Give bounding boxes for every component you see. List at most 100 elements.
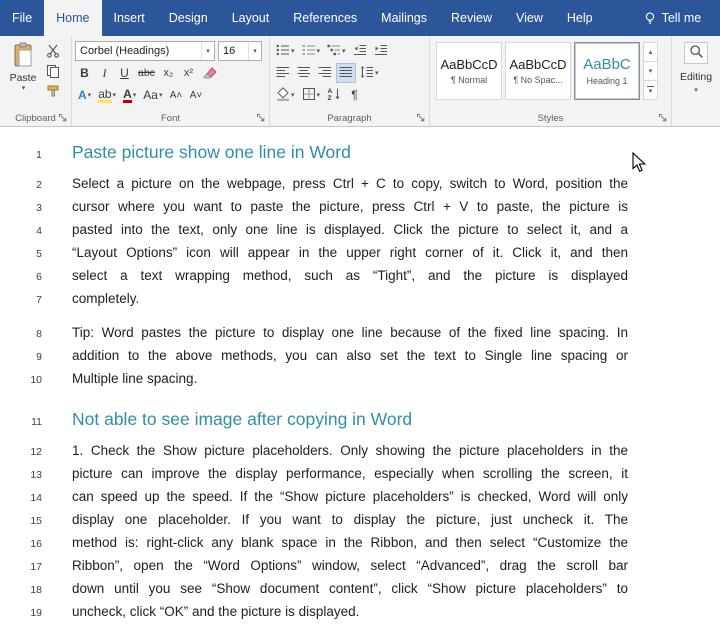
borders-button[interactable]: ▾ xyxy=(299,85,324,105)
styles-scroll-down-button[interactable]: ▾ xyxy=(643,62,658,81)
chevron-down-icon: ▾ xyxy=(291,91,295,99)
styles-gallery: AaBbCcD ¶ Normal AaBbCcD ¶ No Spac... Aa… xyxy=(433,40,668,100)
bold-button[interactable]: B xyxy=(75,63,94,83)
align-center-button[interactable] xyxy=(294,63,314,83)
grow-font-button[interactable]: A˄ xyxy=(166,85,185,105)
editing-label[interactable]: Editing xyxy=(680,71,712,83)
tab-tell-me[interactable]: Tell me xyxy=(631,0,714,36)
font-name-combo[interactable]: Corbel (Headings) ▾ xyxy=(75,41,215,61)
sort-button[interactable]: AZ xyxy=(324,85,344,105)
chevron-down-icon: ▾ xyxy=(21,85,26,92)
chevron-down-icon: ▾ xyxy=(375,69,379,77)
ribbon-tab[interactable]: Mailings xyxy=(369,0,439,36)
justify-button[interactable] xyxy=(336,63,356,83)
line-text[interactable]: “Layout Options” icon will appear in the… xyxy=(72,242,628,264)
style-preview: AaBbC xyxy=(583,55,631,73)
chevron-down-icon[interactable]: ▾ xyxy=(694,86,698,94)
line-text[interactable]: Ribbon”, open the “Word Options” window,… xyxy=(72,555,628,577)
shading-button[interactable]: ▾ xyxy=(273,85,298,105)
ribbon-tab[interactable]: Home xyxy=(44,0,102,36)
ribbon-tab[interactable]: Insert xyxy=(102,0,157,36)
chevron-down-icon[interactable]: ▾ xyxy=(248,42,261,60)
font-dialog-launcher[interactable] xyxy=(255,112,267,124)
multilevel-list-button[interactable]: ▾ xyxy=(324,41,349,61)
numbered-list-button[interactable]: ▾ xyxy=(299,41,324,61)
style-item[interactable]: AaBbCcD ¶ Normal xyxy=(436,42,502,100)
font-color-button[interactable]: A ▾ xyxy=(120,85,139,105)
line-number: 12 xyxy=(30,446,42,458)
font-size-combo[interactable]: 16 ▾ xyxy=(218,41,262,61)
line-text[interactable]: uncheck, click “OK” and the picture is d… xyxy=(72,601,628,623)
decrease-indent-button[interactable] xyxy=(350,41,370,61)
italic-button[interactable]: I xyxy=(95,63,114,83)
subscript-button[interactable]: x₂ xyxy=(159,63,178,83)
ribbon-tab[interactable]: Layout xyxy=(220,0,282,36)
show-paragraph-marks-button[interactable]: ¶ xyxy=(345,85,364,105)
style-item[interactable]: AaBbCcD ¶ No Spac... xyxy=(505,42,571,100)
line-text[interactable]: method is: right-click any blank space i… xyxy=(72,532,628,554)
strikethrough-button[interactable]: abc xyxy=(135,63,158,83)
ribbon-tab[interactable]: Design xyxy=(157,0,220,36)
ribbon-tab-label: Mailings xyxy=(381,11,428,25)
cut-button[interactable] xyxy=(43,44,63,60)
line-text[interactable]: pasted into the text, only one line is d… xyxy=(72,219,628,241)
highlight-color-button[interactable]: ab ▾ xyxy=(95,85,119,105)
format-painter-button[interactable] xyxy=(43,84,63,100)
style-item[interactable]: AaBbC Heading 1 xyxy=(574,42,640,100)
ribbon-tab[interactable]: References xyxy=(281,0,369,36)
increase-indent-button[interactable] xyxy=(371,41,391,61)
bullet-list-button[interactable]: ▾ xyxy=(273,41,298,61)
line-text[interactable]: Multiple line spacing. xyxy=(72,368,628,390)
clipboard-dialog-launcher[interactable] xyxy=(57,112,69,124)
line-spacing-button[interactable]: ▾ xyxy=(357,63,382,83)
chevron-down-icon: ▾ xyxy=(132,91,137,99)
line-text[interactable]: Not able to see image after copying in W… xyxy=(72,407,628,432)
line-text[interactable]: down until you see “Show document conten… xyxy=(72,578,628,600)
shrink-font-button[interactable]: A˅ xyxy=(186,85,205,105)
document-line: 4 pasted into the text, only one line is… xyxy=(0,219,720,242)
line-text[interactable]: select a text wrapping method, such as “… xyxy=(72,265,628,287)
line-text[interactable]: 1. Check the Show picture placeholders. … xyxy=(72,440,628,462)
line-text[interactable]: can speed up the speed. If the “Show pic… xyxy=(72,486,628,508)
line-number: 9 xyxy=(36,351,42,363)
document-line: 14 can speed up the speed. If the “Show … xyxy=(0,486,720,509)
ribbon-tab[interactable]: File xyxy=(0,0,44,36)
line-text[interactable]: Select a picture on the webpage, press C… xyxy=(72,173,628,195)
align-right-button[interactable] xyxy=(315,63,335,83)
align-left-button[interactable] xyxy=(273,63,293,83)
clear-formatting-button[interactable] xyxy=(199,63,221,83)
line-number: 8 xyxy=(36,328,42,340)
text-effects-button[interactable]: A ▾ xyxy=(75,85,94,105)
line-text[interactable]: completely. xyxy=(72,288,628,310)
line-text[interactable]: display one placeholder. If you want to … xyxy=(72,509,628,531)
styles-scroll-up-button[interactable]: ▴ xyxy=(643,42,658,62)
more-styles-icon: ▾ xyxy=(647,85,654,95)
document-page[interactable]: 1 Paste picture show one line in Word 2 … xyxy=(0,128,720,640)
underline-button[interactable]: U xyxy=(115,63,134,83)
line-text[interactable]: 2. The browser does not display pictures… xyxy=(72,635,628,640)
ribbon-tab[interactable]: Help xyxy=(555,0,605,36)
copy-icon xyxy=(46,64,60,81)
superscript-button[interactable]: x² xyxy=(179,63,198,83)
styles-dialog-launcher[interactable] xyxy=(657,112,669,124)
ribbon: Paste ▾ Clipboard Corbel (Headings) ▾ 16… xyxy=(0,36,720,127)
ribbon-tab[interactable]: Review xyxy=(439,0,504,36)
document-line: 15 display one placeholder. If you want … xyxy=(0,509,720,532)
styles-more-button[interactable]: ▾ xyxy=(643,81,658,100)
paragraph-group-label: Paragraph xyxy=(327,113,372,124)
ribbon-tab[interactable]: View xyxy=(504,0,555,36)
line-number: 7 xyxy=(36,294,42,306)
paragraph-dialog-launcher[interactable] xyxy=(415,112,427,124)
copy-button[interactable] xyxy=(43,64,63,80)
paste-button[interactable]: Paste ▾ xyxy=(3,40,43,109)
chevron-down-icon[interactable]: ▾ xyxy=(201,42,214,60)
line-text[interactable]: addition to the above methods, you can a… xyxy=(72,345,628,367)
line-spacing-icon xyxy=(360,65,374,82)
line-text[interactable]: Paste picture show one line in Word xyxy=(72,140,628,165)
line-text[interactable]: Tip: Word pastes the picture to display … xyxy=(72,322,628,344)
find-button[interactable] xyxy=(684,42,708,64)
line-text[interactable]: picture can improve the display performa… xyxy=(72,463,628,485)
ribbon-tab-label: Layout xyxy=(231,11,270,25)
line-text[interactable]: cursor where you want to paste the pictu… xyxy=(72,196,628,218)
change-case-button[interactable]: Aa ▾ xyxy=(140,85,165,105)
